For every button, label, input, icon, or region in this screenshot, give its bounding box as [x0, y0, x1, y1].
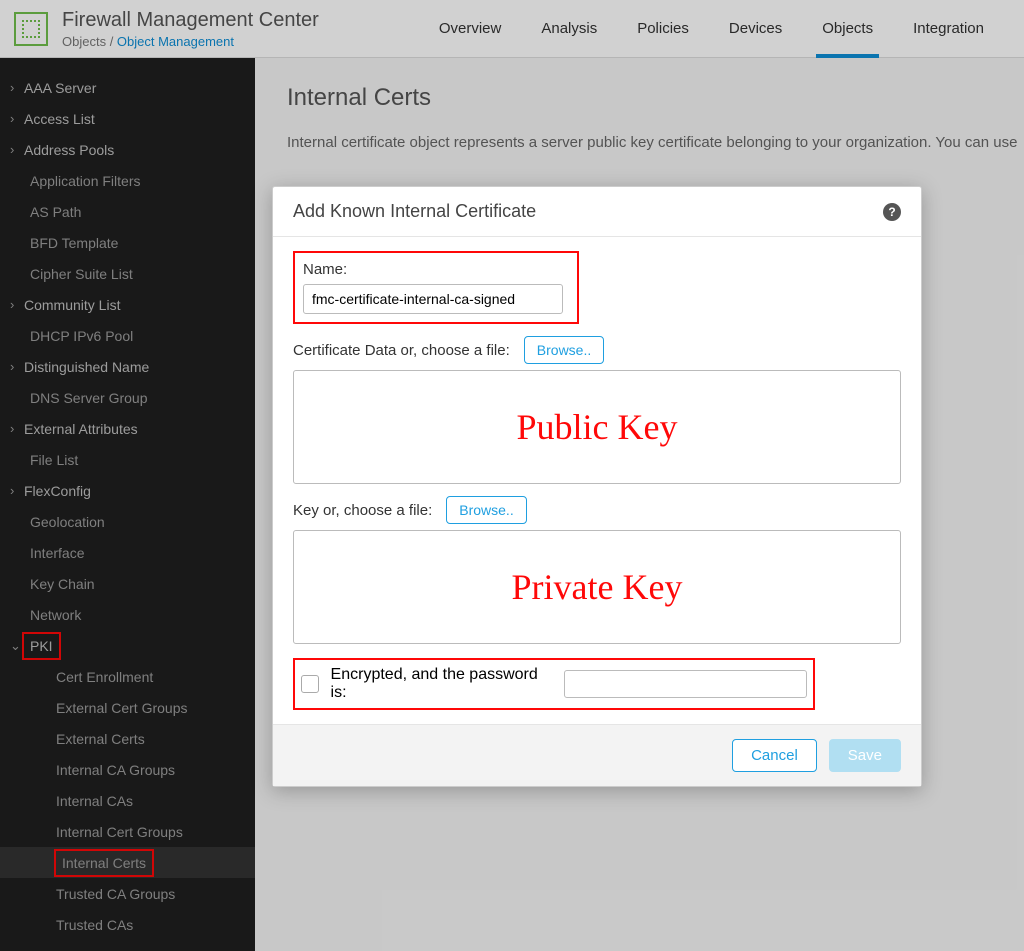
cancel-button[interactable]: Cancel: [732, 739, 817, 772]
key-textarea[interactable]: Private Key: [293, 530, 901, 644]
key-row: Key or, choose a file: Browse..: [293, 496, 901, 524]
save-button[interactable]: Save: [829, 739, 901, 772]
modal-title: Add Known Internal Certificate: [293, 201, 536, 222]
encrypted-checkbox[interactable]: [301, 675, 319, 693]
name-input[interactable]: [303, 284, 563, 314]
cert-browse-button[interactable]: Browse..: [524, 336, 604, 364]
modal-body: Name: Certificate Data or, choose a file…: [273, 237, 921, 724]
name-field-block: Name:: [293, 251, 579, 324]
modal-footer: Cancel Save: [273, 724, 921, 786]
public-key-annotation: Public Key: [517, 406, 678, 448]
add-cert-modal: Add Known Internal Certificate ? Name: C…: [272, 186, 922, 787]
modal-header: Add Known Internal Certificate ?: [273, 187, 921, 237]
cert-data-row: Certificate Data or, choose a file: Brow…: [293, 336, 901, 364]
help-icon[interactable]: ?: [883, 203, 901, 221]
encrypted-row: Encrypted, and the password is:: [293, 658, 815, 710]
cert-data-label: Certificate Data or, choose a file:: [293, 342, 510, 359]
encrypted-label: Encrypted, and the password is:: [331, 666, 552, 702]
private-key-annotation: Private Key: [512, 566, 683, 608]
password-input[interactable]: [564, 670, 807, 698]
key-label: Key or, choose a file:: [293, 502, 432, 519]
name-label: Name:: [303, 261, 569, 278]
cert-data-textarea[interactable]: Public Key: [293, 370, 901, 484]
key-browse-button[interactable]: Browse..: [446, 496, 526, 524]
